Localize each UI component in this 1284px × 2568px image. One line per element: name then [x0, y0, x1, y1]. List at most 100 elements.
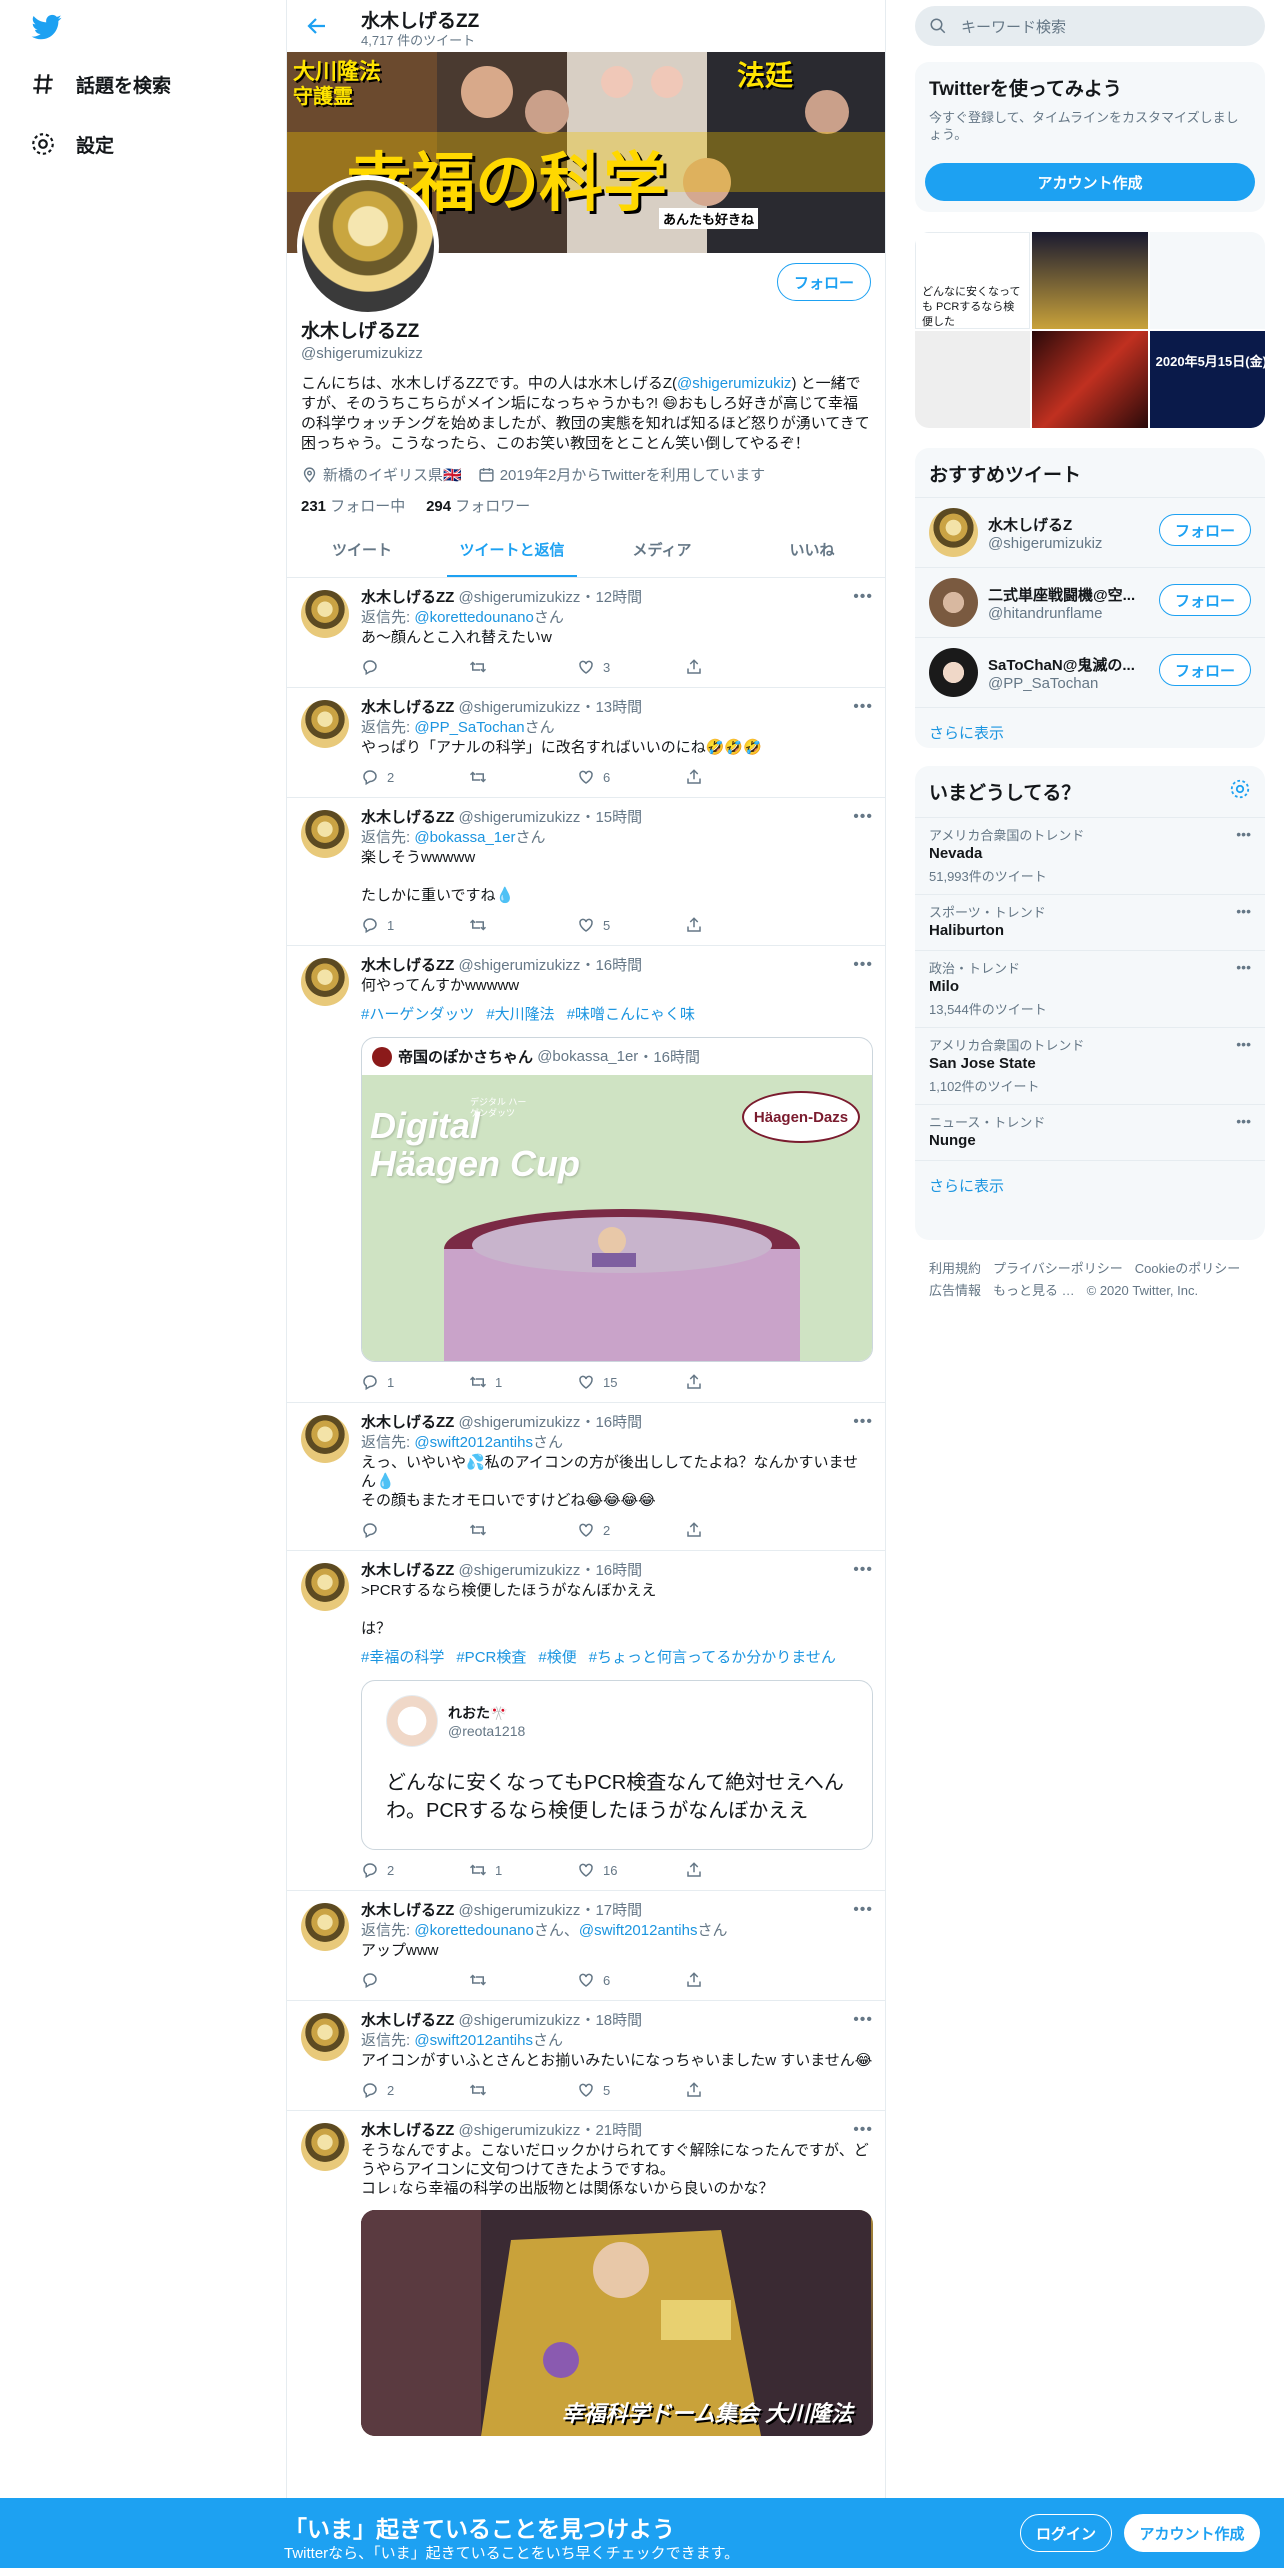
hashtag-link[interactable]: #PCR検査: [456, 1649, 526, 1666]
retweet-button[interactable]: [469, 2081, 577, 2099]
follow-button[interactable]: フォロー: [777, 263, 871, 301]
tweet[interactable]: ••• 水木しげるZZ @shigerumizukizz・16時間 返信先: @…: [287, 1403, 885, 1551]
tweet-time[interactable]: ・15時間: [580, 809, 642, 826]
reply-to-link[interactable]: @korettedounano: [414, 609, 533, 626]
retweet-button[interactable]: 1: [469, 1861, 577, 1879]
hashtag-link[interactable]: #検便: [538, 1649, 576, 1666]
more-options-icon[interactable]: •••: [1236, 1036, 1251, 1052]
show-more-link[interactable]: さらに表示: [915, 1160, 1265, 1210]
more-options-icon[interactable]: •••: [853, 1901, 873, 1919]
tweet-time[interactable]: ・16時間: [580, 1414, 642, 1431]
tweet-time[interactable]: ・18時間: [580, 2012, 642, 2029]
more-options-icon[interactable]: •••: [853, 1413, 873, 1431]
reply-to-link[interactable]: @swift2012antihs: [579, 1922, 698, 1939]
tweet-author-name[interactable]: 水木しげるZZ: [361, 2122, 454, 2139]
tweet[interactable]: ••• 水木しげるZZ @shigerumizukizz・13時間 返信先: @…: [287, 688, 885, 798]
tweet-time[interactable]: ・12時間: [580, 589, 642, 606]
reply-to-link[interactable]: @swift2012antihs: [414, 1434, 533, 1451]
media-thumbnail[interactable]: [1149, 232, 1265, 329]
reply-button[interactable]: [361, 1521, 469, 1539]
retweet-button[interactable]: [469, 916, 577, 934]
recommended-account[interactable]: SaToChaN@鬼滅の... @PP_SaTochan フォロー: [915, 637, 1265, 707]
trend-item[interactable]: ••• ニュース・トレンド Nunge: [915, 1104, 1265, 1160]
recommended-account[interactable]: 水木しげるZ @shigerumizukiz フォロー: [915, 497, 1265, 567]
follow-button[interactable]: フォロー: [1159, 654, 1251, 686]
tweet-time[interactable]: ・16時間: [580, 957, 642, 974]
quoted-tweet[interactable]: れおた🎌 @reota1218 どんなに安くなってもPCR検査なんて絶対せえへんわ…: [361, 1680, 873, 1850]
trend-item[interactable]: ••• アメリカ合衆国のトレンド Nevada 51,993件のツイート: [915, 817, 1265, 894]
retweet-button[interactable]: [469, 1521, 577, 1539]
tweet-author-name[interactable]: 水木しげるZZ: [361, 699, 454, 716]
signup-button[interactable]: アカウント作成: [1124, 2514, 1260, 2552]
tweet-avatar[interactable]: [301, 700, 349, 748]
retweet-button[interactable]: [469, 1971, 577, 1989]
tweet[interactable]: ••• 水木しげるZZ @shigerumizukizz・17時間 返信先: @…: [287, 1891, 885, 2001]
more-options-icon[interactable]: •••: [853, 956, 873, 974]
tweet-author-name[interactable]: 水木しげるZZ: [361, 1414, 454, 1431]
like-button[interactable]: 2: [577, 1521, 685, 1539]
nav-settings[interactable]: 設定: [30, 124, 114, 164]
footer-link[interactable]: 広告情報: [929, 1283, 981, 1298]
tweet[interactable]: ••• 水木しげるZZ @shigerumizukizz・16時間 >PCRする…: [287, 1551, 885, 1891]
more-options-icon[interactable]: •••: [1236, 903, 1251, 919]
share-button[interactable]: [685, 658, 793, 676]
tweet[interactable]: ••• 水木しげるZZ @shigerumizukizz・18時間 返信先: @…: [287, 2001, 885, 2111]
reply-to-link[interactable]: @swift2012antihs: [414, 2032, 533, 2049]
hashtag-link[interactable]: #大川隆法: [486, 1006, 554, 1023]
following-link[interactable]: 231 フォロー中: [301, 498, 405, 515]
more-options-icon[interactable]: •••: [853, 588, 873, 606]
like-button[interactable]: 5: [577, 916, 685, 934]
share-button[interactable]: [685, 1971, 793, 1989]
media-thumbnail[interactable]: [1032, 331, 1148, 428]
retweet-button[interactable]: 1: [469, 1373, 577, 1391]
reply-button[interactable]: 2: [361, 768, 469, 786]
reply-button[interactable]: 2: [361, 2081, 469, 2099]
footer-link[interactable]: 利用規約: [929, 1261, 981, 1276]
like-button[interactable]: 6: [577, 1971, 685, 1989]
tweet-avatar[interactable]: [301, 1563, 349, 1611]
reply-button[interactable]: [361, 658, 469, 676]
footer-link[interactable]: プライバシーポリシー: [993, 1261, 1123, 1276]
more-options-icon[interactable]: •••: [853, 1561, 873, 1579]
tweet-time[interactable]: ・17時間: [580, 1902, 642, 1919]
create-account-button[interactable]: アカウント作成: [925, 163, 1255, 201]
like-button[interactable]: 5: [577, 2081, 685, 2099]
hashtag-link[interactable]: #ちょっと何言ってるか分かりません: [589, 1649, 836, 1666]
tab-tweets[interactable]: ツイート: [287, 522, 437, 577]
like-button[interactable]: 15: [577, 1373, 685, 1391]
media-thumbnail[interactable]: [1032, 232, 1148, 329]
tweet-author-name[interactable]: 水木しげるZZ: [361, 2012, 454, 2029]
share-button[interactable]: [685, 1861, 793, 1879]
reply-to-link[interactable]: @bokassa_1er: [414, 829, 515, 846]
tweet[interactable]: ••• 水木しげるZZ @shigerumizukizz・21時間 そうなんです…: [287, 2111, 885, 2446]
reply-button[interactable]: [361, 1971, 469, 1989]
avatar[interactable]: [929, 508, 978, 557]
more-options-icon[interactable]: •••: [1236, 959, 1251, 975]
tweet-author-name[interactable]: 水木しげるZZ: [361, 809, 454, 826]
follow-button[interactable]: フォロー: [1159, 514, 1251, 546]
reply-button[interactable]: 2: [361, 1861, 469, 1879]
tweet-time[interactable]: ・13時間: [580, 699, 642, 716]
tweet-avatar[interactable]: [301, 1415, 349, 1463]
tweet-avatar[interactable]: [301, 2123, 349, 2171]
media-thumbnail[interactable]: どんなに安くなっても PCRするなら検便した: [915, 232, 1031, 329]
search-input[interactable]: キーワード検索: [961, 16, 1066, 37]
tweet-avatar[interactable]: [301, 590, 349, 638]
trend-item[interactable]: ••• アメリカ合衆国のトレンド San Jose State 1,102件のツ…: [915, 1027, 1265, 1104]
more-options-icon[interactable]: •••: [1236, 826, 1251, 842]
tweet[interactable]: ••• 水木しげるZZ @shigerumizukizz・15時間 返信先: @…: [287, 798, 885, 946]
tweet-avatar[interactable]: [301, 1903, 349, 1951]
retweet-button[interactable]: [469, 768, 577, 786]
recommended-account[interactable]: 二式単座戦闘機@空... @hitandrunflame フォロー: [915, 567, 1265, 637]
share-button[interactable]: [685, 2081, 793, 2099]
hashtag-link[interactable]: #ハーゲンダッツ: [361, 1006, 474, 1023]
more-options-icon[interactable]: •••: [853, 2011, 873, 2029]
tab-likes[interactable]: いいね: [737, 522, 885, 577]
share-button[interactable]: [685, 1373, 793, 1391]
share-button[interactable]: [685, 1521, 793, 1539]
more-options-icon[interactable]: •••: [853, 808, 873, 826]
reply-button[interactable]: 1: [361, 916, 469, 934]
tweet-author-name[interactable]: 水木しげるZZ: [361, 1562, 454, 1579]
share-button[interactable]: [685, 916, 793, 934]
more-options-icon[interactable]: •••: [853, 2121, 873, 2139]
